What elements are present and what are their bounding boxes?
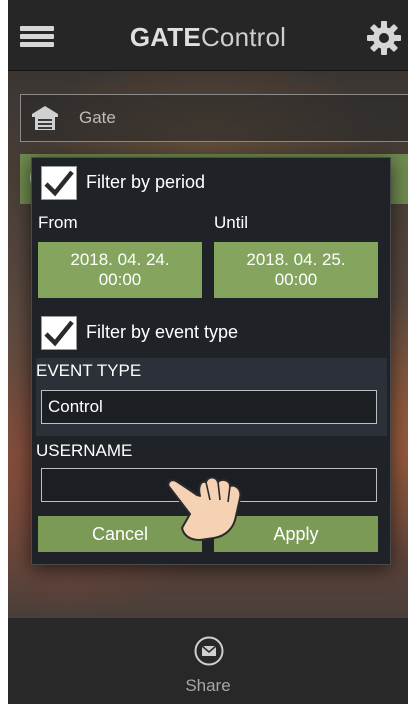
from-date-text: 2018. 04. 24.: [70, 250, 170, 269]
filter-by-period-checkbox[interactable]: [41, 166, 77, 200]
from-label: From: [38, 213, 78, 232]
garage-door-icon: [32, 106, 58, 130]
top-bar: GATEControl: [8, 0, 408, 71]
bottom-bar: Share: [8, 618, 408, 704]
username-label: USERNAME: [36, 441, 133, 460]
app-title: GATEControl: [129, 22, 287, 52]
share-label[interactable]: Share: [8, 676, 408, 696]
tap-hand-icon: [167, 476, 242, 541]
gate-selector[interactable]: Gate: [20, 94, 408, 142]
gear-icon[interactable]: [366, 20, 402, 56]
event-type-label: EVENT TYPE: [36, 361, 142, 380]
until-date-text: 2018. 04. 25.: [246, 250, 346, 269]
filter-by-event-type-label: Filter by event type: [86, 322, 239, 342]
from-time-text: 00:00: [98, 270, 142, 289]
checkmark-icon: [44, 170, 74, 197]
until-time-text: 00:00: [274, 270, 318, 289]
filter-by-period-label: Filter by period: [86, 172, 206, 192]
until-date-button[interactable]: 2018. 04. 25. 00:00: [214, 242, 378, 298]
envelope-icon[interactable]: [194, 636, 224, 666]
from-date-button[interactable]: 2018. 04. 24. 00:00: [38, 242, 202, 298]
event-type-field[interactable]: Control: [41, 390, 377, 424]
checkmark-icon: [44, 320, 74, 347]
filter-by-event-type-checkbox[interactable]: [41, 316, 77, 350]
gate-label: Gate: [79, 108, 116, 127]
until-label: Until: [214, 213, 249, 232]
